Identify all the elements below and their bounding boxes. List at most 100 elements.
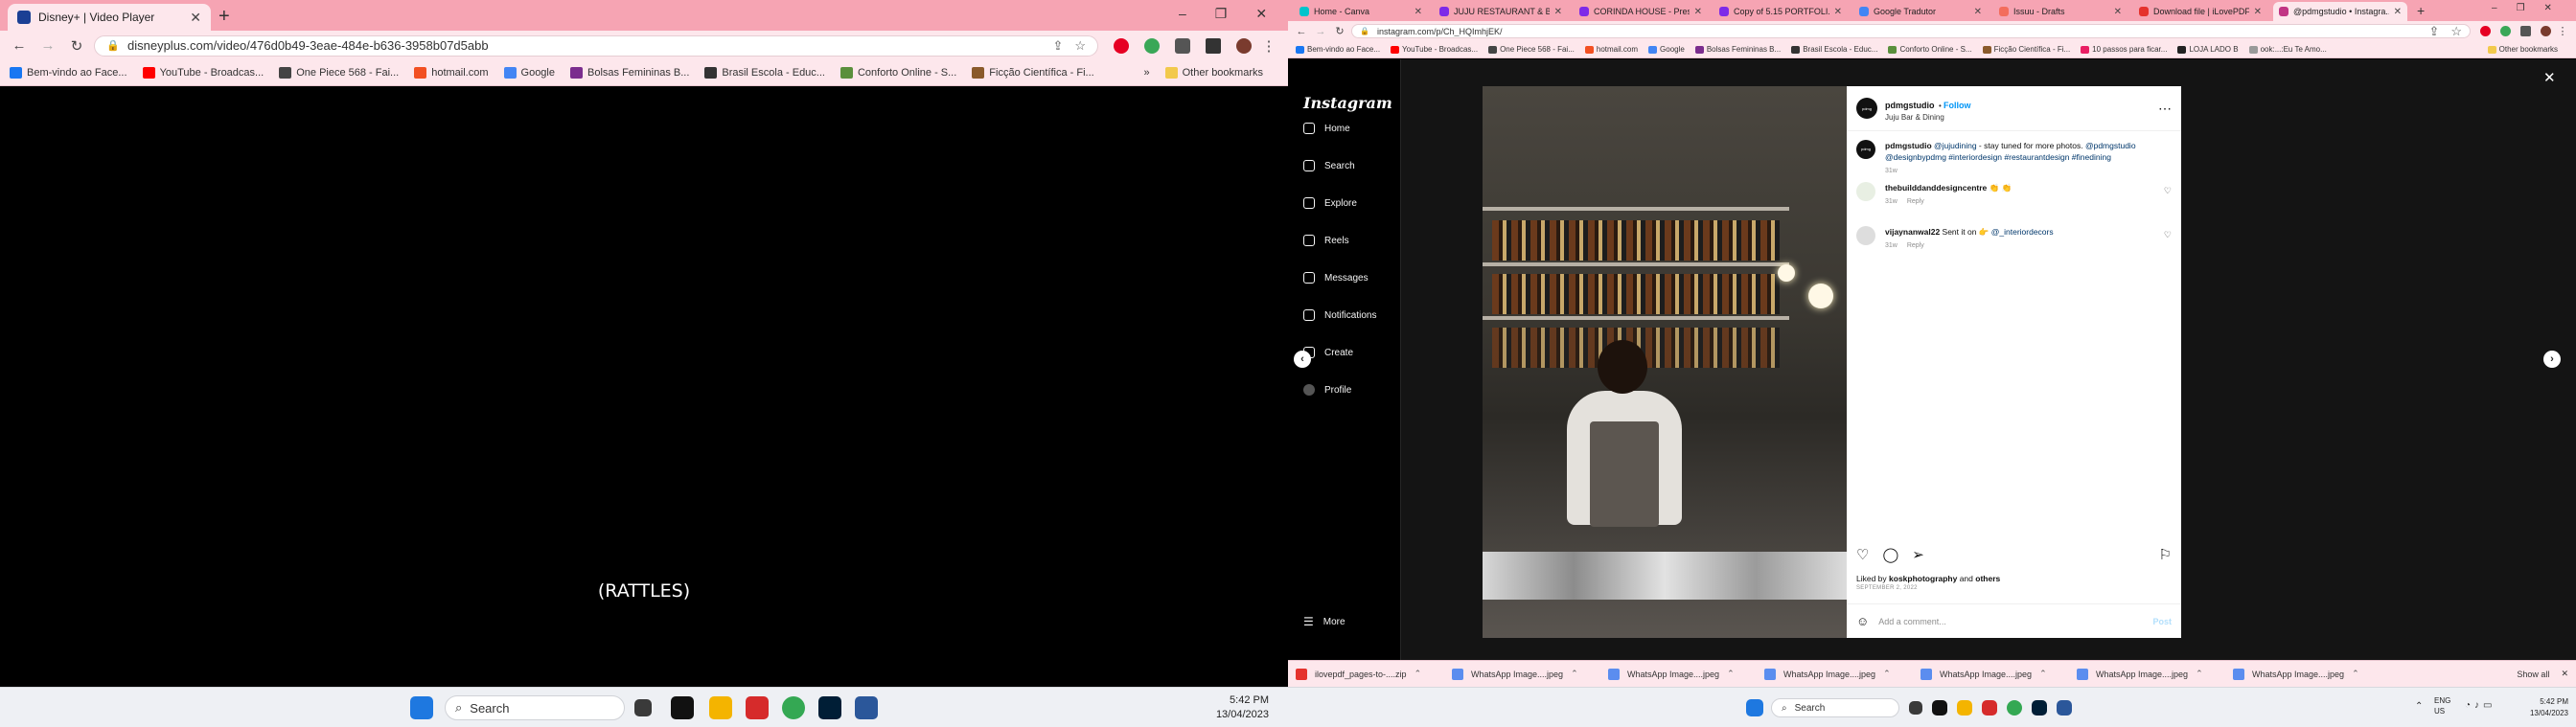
browser-tab[interactable]: Download file | iLovePDF ✕ [2133, 2, 2267, 21]
browser-tab[interactable]: Copy of 5.15 PORTFOLI... ✕ [1714, 2, 1848, 21]
avatar[interactable]: pdmg [1856, 98, 1877, 119]
close-tab-icon[interactable]: ✕ [2254, 7, 2262, 17]
instagram-logo[interactable]: Instagram [1303, 94, 1392, 112]
other-bookmarks[interactable]: Other bookmarks [2487, 45, 2558, 54]
maximize-icon[interactable]: ❐ [2517, 3, 2525, 13]
close-tab-icon[interactable]: ✕ [2114, 7, 2122, 17]
nav-explore[interactable]: Explore [1303, 197, 1357, 209]
share-paper-plane-icon[interactable]: ➢ [1912, 546, 1924, 563]
bookmark-item[interactable]: Conforto Online - S... [1888, 45, 1972, 54]
nav-search[interactable]: Search [1303, 160, 1355, 171]
share-icon[interactable]: ⇪ [1052, 38, 1063, 54]
video-player[interactable]: (RATTLES) [0, 87, 1288, 687]
notion-icon[interactable] [1932, 700, 1947, 716]
close-downloads-icon[interactable]: ✕ [2561, 669, 2568, 679]
windows-start-icon[interactable] [410, 696, 433, 719]
notion-icon[interactable] [671, 696, 694, 719]
post-location[interactable]: Juju Bar & Dining [1885, 113, 1970, 122]
bookmark-item[interactable]: hotmail.com [414, 67, 489, 79]
app-icon[interactable] [2057, 700, 2072, 716]
save-bookmark-icon[interactable]: ⚐ [2159, 546, 2172, 563]
download-item[interactable]: ilovepdf_pages-to-....zip ⌃ [1296, 668, 1452, 680]
caption-username[interactable]: pdmgstudio [1885, 141, 1932, 150]
extension-icon[interactable] [1144, 37, 1160, 54]
more-options-icon[interactable]: ⋯ [2158, 101, 2172, 117]
extension-icon[interactable] [2500, 26, 2511, 36]
bookmark-item[interactable]: Bem-vindo ao Face... [10, 67, 127, 79]
profile-avatar[interactable] [1236, 37, 1252, 54]
bookmark-item[interactable]: YouTube - Broadcas... [1391, 45, 1478, 54]
windows-start-icon[interactable] [1746, 699, 1763, 716]
commenter-avatar[interactable] [1856, 182, 1875, 201]
input-language[interactable]: ENG US [2434, 695, 2450, 716]
pdf-app-icon[interactable] [1982, 700, 1997, 716]
photoshop-icon[interactable] [2032, 700, 2047, 716]
tab-disney-plus[interactable]: Disney+ | Video Player ✕ [8, 4, 211, 31]
nav-reels[interactable]: Reels [1303, 235, 1349, 246]
bookmark-item[interactable]: Bolsas Femininas B... [1694, 45, 1781, 54]
follow-button[interactable]: Follow [1944, 101, 1971, 110]
tray-chevron-icon[interactable]: ⌃ [2415, 701, 2423, 712]
close-overlay-icon[interactable]: ✕ [2543, 69, 2556, 86]
close-window-icon[interactable]: ✕ [1255, 6, 1267, 22]
reply-button[interactable]: Reply [1907, 198, 1924, 205]
reload-icon[interactable]: ↻ [1332, 25, 1347, 37]
bookmark-item[interactable]: YouTube - Broadcas... [142, 67, 264, 79]
maximize-icon[interactable]: ❐ [1215, 6, 1228, 22]
pinterest-extension-icon[interactable] [1114, 37, 1129, 54]
close-tab-icon[interactable]: ✕ [2394, 7, 2402, 17]
prev-post-button[interactable]: ‹ [1294, 351, 1311, 368]
browser-tab[interactable]: JUJU RESTAURANT & BA... ✕ [1434, 2, 1568, 21]
bookmark-item[interactable]: Ficção Científica - Fi... [972, 67, 1094, 79]
download-item[interactable]: WhatsApp Image....jpeg ⌃ [2077, 668, 2233, 680]
system-tray-icons[interactable]: ◔♪▭ [2465, 700, 2496, 711]
close-tab-icon[interactable]: ✕ [1834, 7, 1842, 17]
bookmark-item[interactable]: Bem-vindo ao Face... [1296, 45, 1380, 54]
browser-tab[interactable]: CORINDA HOUSE - Preso... ✕ [1574, 2, 1708, 21]
other-bookmarks[interactable]: Other bookmarks [1164, 67, 1263, 79]
next-post-button[interactable]: › [2543, 351, 2561, 368]
bookmark-item[interactable]: Bolsas Femininas B... [570, 67, 689, 79]
chrome-icon[interactable] [782, 696, 805, 719]
chevron-up-icon[interactable]: ⌃ [1727, 669, 1735, 679]
like-heart-icon[interactable]: ♡ [1856, 546, 1869, 563]
emoji-icon[interactable]: ☺ [1856, 614, 1869, 628]
sidebar-icon[interactable] [1206, 37, 1221, 54]
chevron-up-icon[interactable]: ⌃ [1414, 669, 1422, 679]
nav-profile[interactable]: Profile [1303, 384, 1351, 396]
clock[interactable]: 5:42 PM 13/04/2023 [1208, 693, 1269, 722]
taskbar-search[interactable]: ⌕ Search [1771, 698, 1899, 717]
reload-icon[interactable]: ↻ [65, 37, 88, 55]
file-explorer-icon[interactable] [709, 696, 732, 719]
bookmarks-overflow-icon[interactable]: » [1144, 67, 1150, 79]
pdf-app-icon[interactable] [746, 696, 769, 719]
task-view-icon[interactable] [1909, 701, 1922, 715]
task-view-icon[interactable] [634, 699, 652, 716]
star-icon[interactable]: ☆ [2450, 24, 2462, 39]
bookmark-item[interactable]: Brasil Escola - Educ... [704, 67, 825, 79]
post-comment-button[interactable]: Post [2152, 617, 2172, 626]
bookmark-item[interactable]: One Piece 568 - Fai... [279, 67, 399, 79]
back-icon[interactable]: ← [8, 37, 31, 54]
bookmark-item[interactable]: Brasil Escola - Educ... [1791, 45, 1877, 54]
nav-home[interactable]: Home [1303, 123, 1350, 134]
app-icon[interactable] [855, 696, 878, 719]
comment-username[interactable]: thebuilddanddesigncentre [1885, 183, 1987, 193]
browser-tab[interactable]: Issuu - Drafts ✕ [1993, 2, 2128, 21]
bookmark-item[interactable]: hotmail.com [1584, 45, 1638, 54]
bookmark-item[interactable]: Google [503, 67, 555, 79]
bookmark-item[interactable]: 10 passos para ficar... [2081, 45, 2167, 54]
like-comment-heart-icon[interactable]: ♡ [2164, 230, 2172, 240]
share-icon[interactable]: ⇪ [2428, 24, 2439, 39]
close-window-icon[interactable]: ✕ [2544, 3, 2552, 13]
show-all-button[interactable]: Show all [2517, 670, 2549, 679]
liked-user-link[interactable]: koskphotography [1889, 574, 1957, 583]
download-item[interactable]: WhatsApp Image....jpeg ⌃ [1452, 668, 1608, 680]
minimize-icon[interactable]: – [2492, 3, 2497, 13]
close-tab-icon[interactable]: ✕ [1554, 7, 1562, 17]
close-tab-icon[interactable]: ✕ [1694, 7, 1702, 17]
forward-icon[interactable]: → [36, 37, 59, 54]
chevron-up-icon[interactable]: ⌃ [1883, 669, 1891, 679]
commenter-avatar[interactable] [1856, 226, 1875, 245]
address-bar[interactable]: 🔒 instagram.com/p/Ch_HQImhjEK/ ⇪ ☆ [1351, 24, 2471, 38]
